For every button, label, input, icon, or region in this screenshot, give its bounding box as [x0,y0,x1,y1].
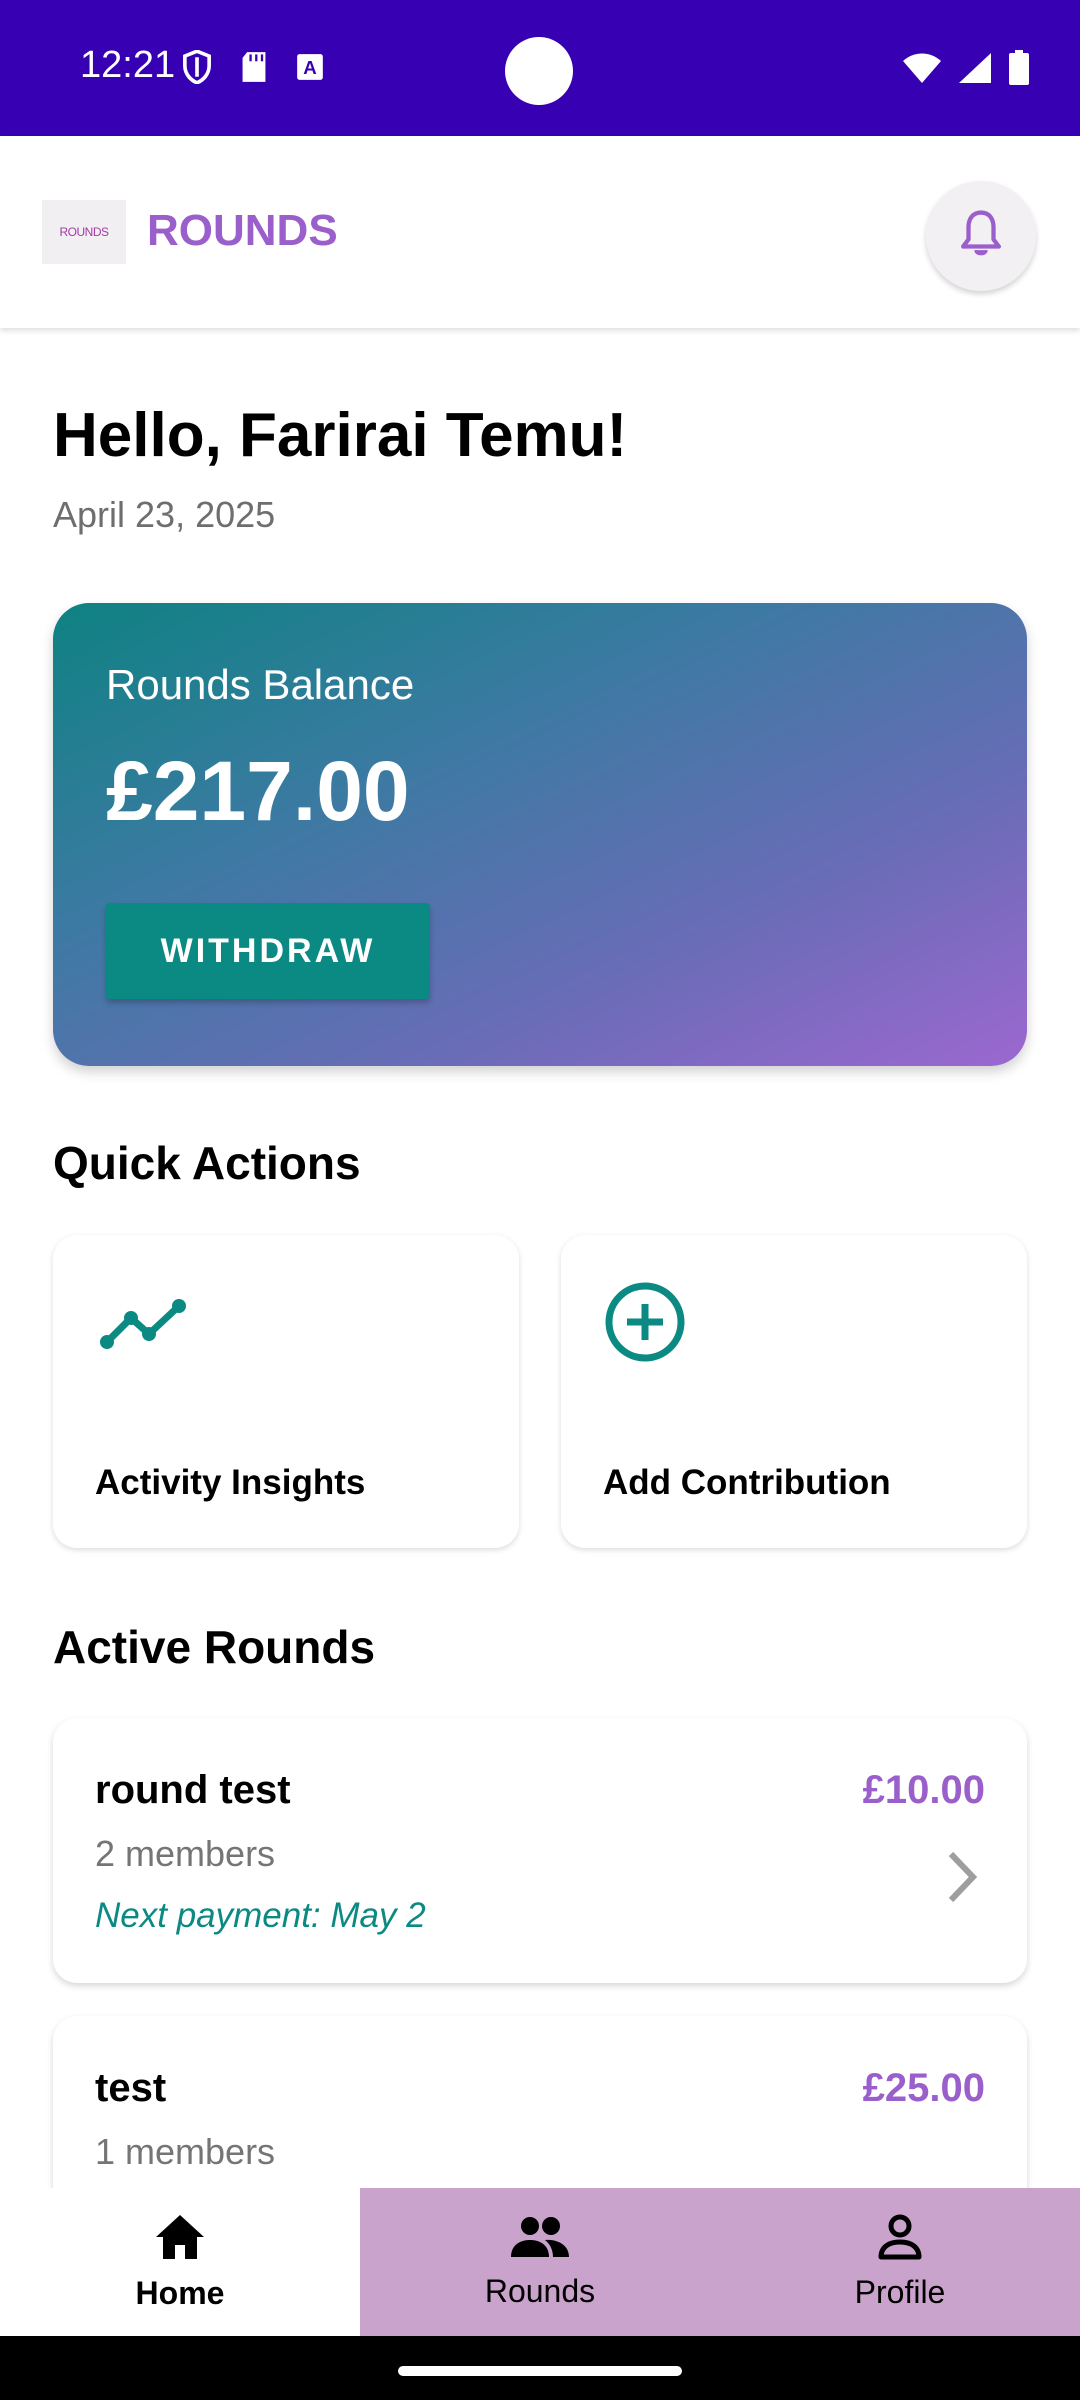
round-next-payment: Next payment: May 2 [95,1896,426,1935]
add-contribution-label: Add Contribution [603,1463,891,1502]
text-a-icon: A [296,53,324,86]
activity-insights-label: Activity Insights [95,1463,366,1502]
camera-cutout [505,37,573,105]
app-bar: ROUNDS ROUNDS [0,136,1080,328]
sd-card-icon [240,51,268,88]
round-card[interactable]: round test £10.00 2 members Next payment… [53,1718,1027,1983]
home-screen: 12:21 A ROUNDS ROUNDS Hello, Farirai Tem… [0,0,1080,2400]
battery-icon [1008,50,1030,91]
home-icon [154,2213,206,2269]
trend-line-icon [95,1280,191,1365]
bell-icon [959,209,1003,264]
person-icon [877,2214,923,2268]
round-members: 2 members [95,1833,276,1874]
bottom-navigation: Home Rounds Profile [0,2188,1080,2336]
signal-icon [958,52,992,89]
round-name: test [95,2066,167,2110]
round-amount: £25.00 [862,2066,985,2110]
shield-icon [182,49,212,89]
nav-home[interactable]: Home [0,2188,360,2336]
nav-profile[interactable]: Profile [720,2188,1080,2336]
balance-amount: £217.00 [106,744,410,838]
svg-text:A: A [303,57,316,78]
nav-profile-label: Profile [854,2273,946,2310]
status-icons-right [902,50,1030,91]
balance-card: Rounds Balance £217.00 WITHDRAW [53,603,1027,1066]
group-icon [509,2215,571,2267]
add-circle-icon [603,1280,687,1369]
round-amount: £10.00 [862,1768,985,1812]
gesture-navigation-area [0,2336,1080,2400]
nav-rounds[interactable]: Rounds [360,2188,720,2336]
gesture-handle[interactable] [398,2366,682,2376]
withdraw-button[interactable]: WITHDRAW [106,903,430,999]
round-name: round test [95,1768,291,1812]
balance-label: Rounds Balance [106,661,415,708]
app-logo: ROUNDS [42,200,126,264]
chevron-right-icon [943,1850,979,1909]
nav-rounds-label: Rounds [484,2272,596,2309]
greeting-title: Hello, Farirai Temu! [53,401,628,470]
status-time: 12:21 [80,44,176,86]
round-members: 1 members [95,2131,276,2172]
status-icons-left: A [182,49,324,89]
quick-actions-title: Quick Actions [53,1137,361,1189]
current-date: April 23, 2025 [53,494,276,535]
active-rounds-title: Active Rounds [53,1621,376,1673]
logo-text: ROUNDS [59,225,109,239]
add-contribution-card[interactable]: Add Contribution [561,1235,1027,1548]
status-bar: 12:21 A [0,0,1080,136]
wifi-icon [902,52,942,89]
notifications-button[interactable] [926,181,1036,291]
app-title: ROUNDS [147,206,338,255]
nav-home-label: Home [135,2274,225,2311]
activity-insights-card[interactable]: Activity Insights [53,1235,519,1548]
